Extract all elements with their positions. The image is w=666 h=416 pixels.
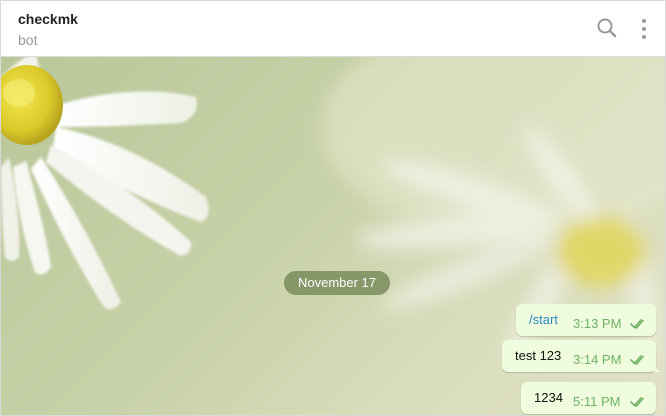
chat-header: checkmk bot — [1, 1, 665, 57]
chat-subtitle: bot — [18, 32, 38, 48]
message-bubble[interactable]: /start 3:13 PM — [516, 304, 656, 336]
search-icon[interactable] — [594, 15, 620, 41]
bot-command-link[interactable]: /start — [529, 312, 558, 327]
chat-title[interactable]: checkmk — [18, 11, 78, 27]
message-bubble[interactable]: test 123 3:14 PM — [502, 340, 662, 372]
bubble-tail — [654, 364, 662, 372]
message-time: 3:13 PM — [573, 316, 622, 331]
double-check-icon — [630, 396, 648, 408]
chat-window: checkmk bot November 17 /start 3:13 PM t… — [0, 0, 666, 416]
message-time: 5:11 PM — [573, 394, 621, 409]
chat-background: November 17 /start 3:13 PM test 123 3:14… — [1, 57, 665, 415]
message-bubble[interactable]: 1234 5:11 PM — [521, 382, 656, 414]
message-time: 3:14 PM — [573, 352, 622, 367]
date-badge: November 17 — [284, 271, 390, 295]
double-check-icon — [630, 354, 648, 366]
more-vertical-icon[interactable] — [634, 15, 654, 41]
message-text: test 123 — [515, 348, 562, 363]
double-check-icon — [630, 318, 648, 330]
message-text: 1234 — [534, 390, 563, 405]
